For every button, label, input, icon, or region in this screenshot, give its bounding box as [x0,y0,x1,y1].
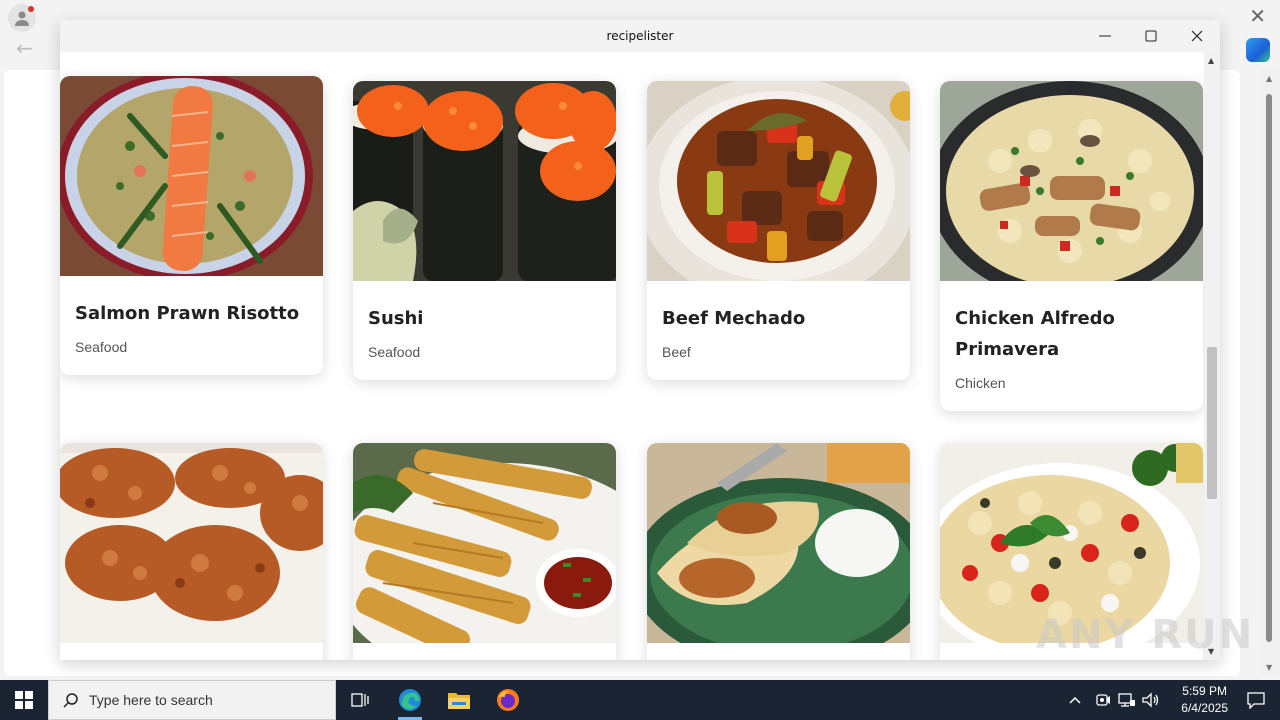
chevron-up-icon [1069,696,1081,704]
firefox-icon [497,689,519,711]
scroll-thumb[interactable] [1266,94,1272,642]
taskbar-firefox[interactable] [484,680,532,720]
recipe-category: Chicken [955,375,1006,391]
tray-volume[interactable] [1142,680,1160,720]
notification-icon [1247,692,1265,709]
recipe-image [353,443,616,643]
recipe-image [60,443,323,643]
edge-icon [399,689,421,711]
app-window: recipelister Salmon Prawn Risotto Seafoo… [60,20,1220,660]
recipe-category: Seafood [368,344,421,360]
recipe-category: Seafood [75,339,128,355]
task-view-icon [351,693,369,707]
recipe-card[interactable]: Salmon Prawn Risotto Seafood [60,76,323,375]
recipe-title: Beef Mechado [662,308,806,329]
file-explorer-icon [448,693,470,709]
browser-close-icon[interactable]: ✕ [1249,4,1266,28]
recipe-card[interactable] [60,443,323,660]
search-placeholder: Type here to search [89,692,213,708]
start-button[interactable] [0,680,48,720]
taskbar-search-box[interactable]: Type here to search [48,680,336,720]
scroll-down-icon[interactable]: ▼ [1266,663,1272,672]
taskbar-file-explorer[interactable] [435,680,483,720]
watermark: ANY RUN [1036,612,1255,658]
back-arrow-icon[interactable]: ← [16,36,33,60]
windows-start-icon [15,691,33,709]
recipe-card[interactable] [353,443,616,660]
recipe-image [353,81,616,281]
recipe-card[interactable]: Sushi Seafood [353,81,616,380]
meet-now-icon [1096,694,1110,706]
recipe-card[interactable]: Chicken Alfredo Primavera Chicken [940,81,1203,411]
tray-network[interactable] [1118,680,1136,720]
recipe-card[interactable] [647,443,910,660]
recipe-card[interactable]: Beef Mechado Beef [647,81,910,380]
title-bar[interactable]: recipelister [60,20,1220,52]
minimize-button[interactable] [1082,20,1128,52]
clock-time: 5:59 PM [1182,684,1227,698]
search-icon [63,693,78,708]
tray-chevron[interactable] [1068,680,1082,720]
clock-date: 6/4/2025 [1181,701,1228,715]
taskbar-edge[interactable] [386,680,434,720]
recipe-title: Sushi [368,308,424,329]
recipe-image [940,81,1203,281]
recipe-title: Chicken Alfredo Primavera [955,308,1115,360]
recipe-category: Beef [662,344,691,360]
scroll-up-icon[interactable]: ▲ [1266,74,1272,83]
recipe-image [647,443,910,643]
tray-meet-now[interactable] [1095,680,1111,720]
recipe-grid: Salmon Prawn Risotto Seafood Sushi Seafo… [60,52,1220,660]
scroll-up-icon[interactable]: ▲ [1208,56,1214,65]
close-button[interactable] [1174,20,1220,52]
app-scrollbar[interactable]: ▲ ▼ [1204,52,1220,660]
maximize-icon [1145,30,1157,42]
notification-center-button[interactable] [1232,680,1280,720]
profile-avatar-icon[interactable] [8,4,36,32]
system-clock[interactable]: 5:59 PM 6/4/2025 [1181,683,1228,717]
minimize-icon [1099,35,1111,37]
taskbar: Type here to search 5:59 PM 6/4/2025 [0,680,1280,720]
recipe-image [60,76,323,276]
window-title: recipelister [606,29,674,43]
task-view-button[interactable] [336,680,384,720]
maximize-button[interactable] [1128,20,1174,52]
close-icon [1191,30,1203,42]
copilot-icon[interactable] [1246,38,1270,62]
volume-icon [1142,692,1159,708]
recipe-title: Salmon Prawn Risotto [75,303,300,324]
recipe-image [647,81,910,281]
browser-scrollbar[interactable]: ▲ ▼ [1260,70,1280,676]
scroll-thumb[interactable] [1207,347,1217,499]
network-icon [1118,693,1135,707]
